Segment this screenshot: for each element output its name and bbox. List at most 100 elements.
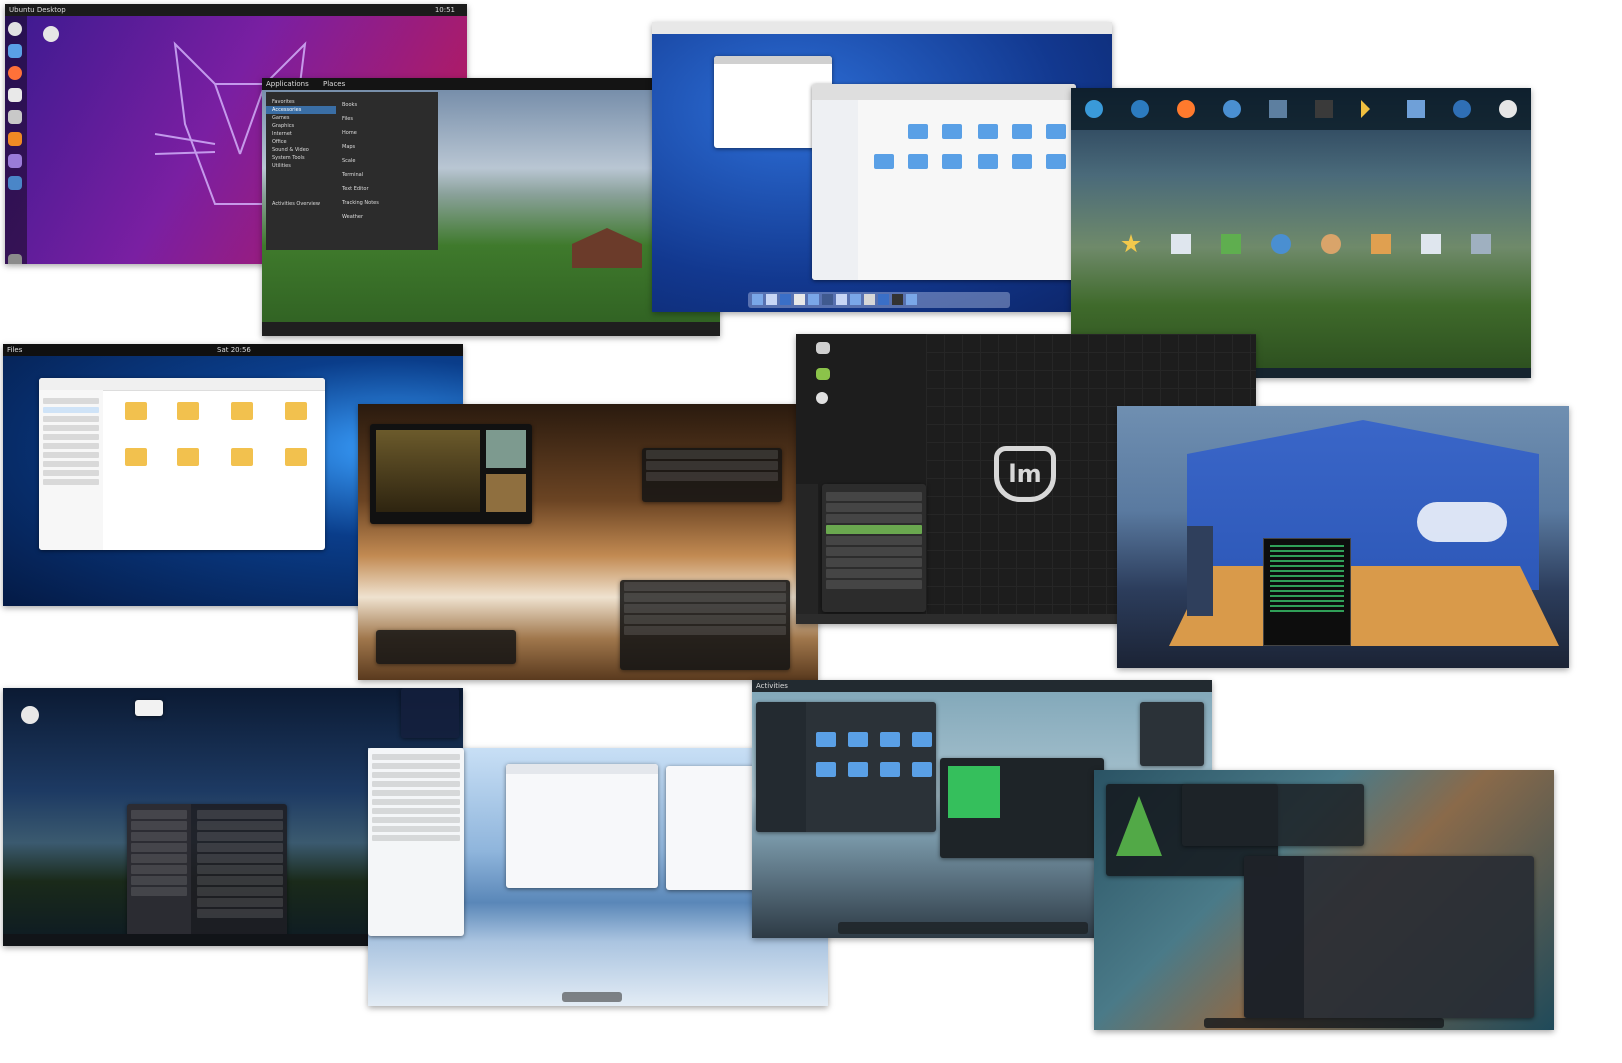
folder-icon[interactable] — [1046, 154, 1066, 169]
app-icon[interactable] — [1471, 234, 1491, 254]
app-icon[interactable] — [1407, 100, 1425, 118]
star-icon[interactable] — [1121, 234, 1141, 253]
menu-applications[interactable]: Applications — [266, 80, 309, 88]
dock-icon[interactable] — [864, 294, 875, 305]
app-icon[interactable] — [1171, 234, 1191, 254]
dock-icon[interactable] — [850, 294, 861, 305]
activities-menu[interactable]: Activities — [756, 682, 788, 690]
app-item[interactable]: Weather — [336, 210, 438, 224]
folder-icon[interactable] — [285, 402, 307, 420]
dock-icon[interactable] — [8, 176, 22, 190]
firefox-icon[interactable] — [1177, 100, 1195, 118]
app-item[interactable]: Text Editor — [336, 182, 438, 196]
folder-icon[interactable] — [177, 448, 199, 466]
folder-icon[interactable] — [177, 402, 199, 420]
dock-icon[interactable] — [906, 294, 917, 305]
cube-floor — [1169, 566, 1559, 646]
folder-icon[interactable] — [978, 124, 998, 139]
dock-icon[interactable] — [794, 294, 805, 305]
category-item[interactable]: Office — [266, 138, 336, 146]
dock-icon[interactable] — [8, 44, 22, 58]
folder-icon[interactable] — [874, 154, 894, 169]
dock-icon[interactable] — [836, 294, 847, 305]
app-launcher-bar — [1071, 88, 1531, 130]
home-folder-icon[interactable] — [816, 368, 830, 380]
dock-icon[interactable] — [8, 88, 22, 102]
category-item[interactable]: Graphics — [266, 122, 336, 130]
category-item[interactable]: Internet — [266, 130, 336, 138]
folder-icon[interactable] — [908, 154, 928, 169]
dock-icon[interactable] — [892, 294, 903, 305]
manjaro-dock — [838, 922, 1088, 934]
folder-icon[interactable] — [908, 124, 928, 139]
dock-icon[interactable] — [808, 294, 819, 305]
category-item[interactable]: Sound & Video — [266, 146, 336, 154]
folder-icon[interactable] — [125, 402, 147, 420]
dock-icon[interactable] — [8, 154, 22, 168]
folder-icon[interactable] — [848, 732, 868, 747]
dock-icon[interactable] — [766, 294, 777, 305]
app-icon[interactable] — [1499, 100, 1517, 118]
terminal-cube — [1263, 538, 1351, 646]
dock-icon[interactable] — [8, 110, 22, 124]
firefox-icon[interactable] — [8, 66, 22, 80]
category-item[interactable]: System Tools — [266, 154, 336, 162]
folder-icon[interactable] — [880, 762, 900, 777]
folder-icon[interactable] — [880, 732, 900, 747]
dock-icon[interactable] — [752, 294, 763, 305]
folder-icon[interactable] — [816, 732, 836, 747]
trash-icon[interactable] — [8, 254, 22, 264]
app-item[interactable]: Maps — [336, 140, 438, 154]
farmhouse — [572, 228, 642, 268]
app-item[interactable]: Books — [336, 98, 438, 112]
app-icon[interactable] — [1371, 234, 1391, 254]
globe-icon[interactable] — [1271, 234, 1291, 254]
dock-icon[interactable] — [878, 294, 889, 305]
folder-icon[interactable] — [231, 402, 253, 420]
category-item[interactable]: Accessories — [266, 106, 336, 114]
app-icon[interactable] — [1221, 234, 1241, 254]
dock-icon[interactable] — [780, 294, 791, 305]
folder-icon[interactable] — [285, 448, 307, 466]
terminal-icon[interactable] — [1315, 100, 1333, 118]
app-icon[interactable] — [1223, 100, 1241, 118]
app-item[interactable]: Terminal — [336, 168, 438, 182]
computer-icon[interactable] — [816, 342, 830, 354]
app-icon[interactable] — [1453, 100, 1471, 118]
category-item[interactable]: Favorites — [266, 98, 336, 106]
folder-icon[interactable] — [942, 154, 962, 169]
folder-icon[interactable] — [848, 762, 868, 777]
folder-icon[interactable] — [912, 762, 932, 777]
app-item[interactable]: Home — [336, 126, 438, 140]
activities-overview-link[interactable]: Activities Overview — [266, 200, 336, 208]
app-item[interactable]: Scale — [336, 154, 438, 168]
disc-icon[interactable] — [816, 392, 828, 404]
folder-icon[interactable] — [1046, 124, 1066, 139]
app-item[interactable]: Tracking Notes — [336, 196, 438, 210]
app-icon[interactable] — [1269, 100, 1287, 118]
folder-icon[interactable] — [231, 448, 253, 466]
dolphin-window — [666, 766, 756, 890]
activities-label[interactable]: Files — [7, 346, 22, 354]
folder-icon[interactable] — [816, 762, 836, 777]
folder-icon[interactable] — [1012, 154, 1032, 169]
dock-icon[interactable] — [822, 294, 833, 305]
folder-icon[interactable] — [125, 448, 147, 466]
folder-icon[interactable] — [912, 732, 932, 747]
folder-icon[interactable] — [942, 124, 962, 139]
file-explorer-window — [39, 378, 325, 550]
menu-places[interactable]: Places — [323, 80, 345, 88]
app-icon[interactable] — [1321, 234, 1341, 254]
folder-icon[interactable] — [1012, 124, 1032, 139]
dock-icon[interactable] — [8, 132, 22, 146]
app-icon[interactable] — [1421, 234, 1441, 254]
category-item[interactable]: Games — [266, 114, 336, 122]
home-folder-icon[interactable] — [43, 26, 59, 42]
app-icon[interactable] — [1131, 100, 1149, 118]
dock-icon[interactable] — [8, 22, 22, 36]
category-item[interactable]: Utilities — [266, 162, 336, 170]
tools-icon[interactable] — [1361, 100, 1379, 118]
app-icon[interactable] — [1085, 100, 1103, 118]
folder-icon[interactable] — [978, 154, 998, 169]
app-item[interactable]: Files — [336, 112, 438, 126]
